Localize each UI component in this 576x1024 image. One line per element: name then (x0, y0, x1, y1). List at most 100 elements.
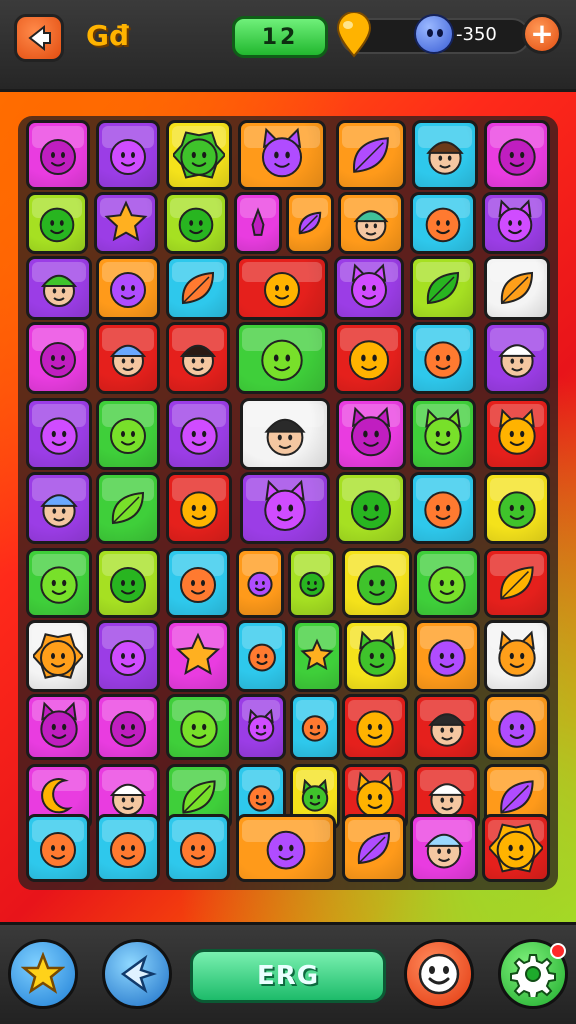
game-tile[interactable] (96, 398, 160, 470)
game-tile[interactable] (96, 120, 160, 190)
game-tile[interactable] (334, 322, 404, 394)
game-tile[interactable] (234, 192, 282, 254)
game-tile[interactable] (26, 694, 92, 760)
game-tile[interactable] (166, 694, 232, 760)
game-tile[interactable] (344, 620, 410, 692)
game-tile[interactable] (164, 192, 228, 254)
bear-face-icon (110, 418, 146, 454)
blob-face-icon (498, 138, 536, 176)
game-tile[interactable] (334, 256, 404, 320)
game-tile[interactable] (166, 120, 232, 190)
game-tile[interactable] (96, 620, 160, 692)
monkey-face-icon (426, 141, 464, 175)
game-tile[interactable] (166, 548, 230, 618)
game-tile[interactable] (414, 620, 480, 692)
game-tile[interactable] (26, 120, 90, 190)
play-button[interactable]: ERG (190, 949, 386, 1003)
game-tile[interactable] (96, 322, 160, 394)
game-tile[interactable] (166, 256, 230, 320)
game-tile[interactable] (238, 120, 326, 190)
bottom-bar: ERG (0, 922, 576, 1024)
game-tile[interactable] (26, 256, 92, 320)
blob-face-icon (248, 643, 276, 672)
game-tile[interactable] (26, 192, 88, 254)
top-bar: Gđ 12 -350 + (0, 0, 576, 92)
game-tile[interactable] (410, 256, 476, 320)
game-tile[interactable] (236, 322, 328, 394)
back-button[interactable] (14, 14, 64, 62)
game-tile[interactable] (236, 548, 284, 618)
game-tile[interactable] (236, 694, 286, 760)
add-gems-button[interactable]: + (522, 14, 562, 54)
game-tile[interactable] (336, 120, 406, 190)
game-tile[interactable] (240, 472, 330, 544)
tile-board (18, 116, 558, 890)
blob-face-icon (428, 566, 466, 604)
game-tile[interactable] (96, 694, 160, 760)
drop-creature-icon (301, 715, 329, 742)
game-tile[interactable] (96, 548, 160, 618)
game-tile[interactable] (286, 192, 334, 254)
game-tile[interactable] (96, 472, 160, 544)
game-tile[interactable] (342, 694, 408, 760)
game-tile[interactable] (342, 548, 412, 618)
game-tile[interactable] (410, 814, 478, 882)
game-tile[interactable] (26, 620, 90, 692)
game-tile[interactable] (26, 472, 92, 544)
smile-button[interactable] (404, 939, 474, 1009)
game-tile[interactable] (484, 548, 550, 618)
game-tile[interactable] (236, 620, 288, 692)
game-tile[interactable] (26, 548, 92, 618)
game-tile[interactable] (482, 192, 548, 254)
game-tile[interactable] (166, 620, 230, 692)
game-tile[interactable] (236, 256, 328, 320)
game-tile[interactable] (236, 814, 336, 882)
game-tile[interactable] (410, 322, 476, 394)
game-tile[interactable] (26, 814, 90, 882)
game-tile[interactable] (484, 620, 550, 692)
game-tile[interactable] (410, 192, 476, 254)
star-icon (300, 638, 334, 671)
game-tile[interactable] (26, 322, 90, 394)
game-tile[interactable] (94, 192, 158, 254)
game-tile[interactable] (414, 548, 480, 618)
game-tile[interactable] (484, 322, 550, 394)
gear-icon (510, 954, 556, 997)
game-tile[interactable] (288, 548, 336, 618)
game-tile[interactable] (26, 398, 92, 470)
leaf-icon (500, 566, 534, 600)
game-tile[interactable] (414, 694, 480, 760)
blob-face-icon (356, 565, 398, 606)
hint-button[interactable] (102, 939, 172, 1009)
game-tile[interactable] (484, 120, 550, 190)
game-tile[interactable] (292, 620, 342, 692)
game-tile[interactable] (336, 472, 406, 544)
game-tile[interactable] (166, 814, 230, 882)
star-button[interactable] (8, 939, 78, 1009)
game-tile[interactable] (484, 472, 550, 544)
game-tile[interactable] (96, 256, 160, 320)
game-tile[interactable] (342, 814, 406, 882)
plant-creature-icon (180, 710, 218, 748)
game-tile[interactable] (96, 814, 160, 882)
game-tile[interactable] (484, 256, 550, 320)
game-tile[interactable] (166, 472, 232, 544)
game-tile[interactable] (410, 472, 476, 544)
game-tile[interactable] (336, 398, 406, 470)
game-tile[interactable] (412, 120, 478, 190)
game-tile[interactable] (166, 398, 232, 470)
game-tile[interactable] (482, 814, 550, 882)
game-tile[interactable] (484, 694, 550, 760)
game-tile[interactable] (240, 398, 330, 470)
drop-creature-icon (299, 571, 325, 597)
helmet-icon (498, 491, 536, 529)
game-tile[interactable] (290, 694, 340, 760)
person-face-icon (353, 210, 389, 242)
bandit-face-icon (264, 418, 306, 456)
game-tile[interactable] (338, 192, 404, 254)
glasses-person-icon (109, 344, 147, 377)
sun-creature-icon (173, 131, 225, 179)
game-tile[interactable] (166, 322, 230, 394)
game-tile[interactable] (484, 398, 550, 470)
game-tile[interactable] (410, 398, 476, 470)
